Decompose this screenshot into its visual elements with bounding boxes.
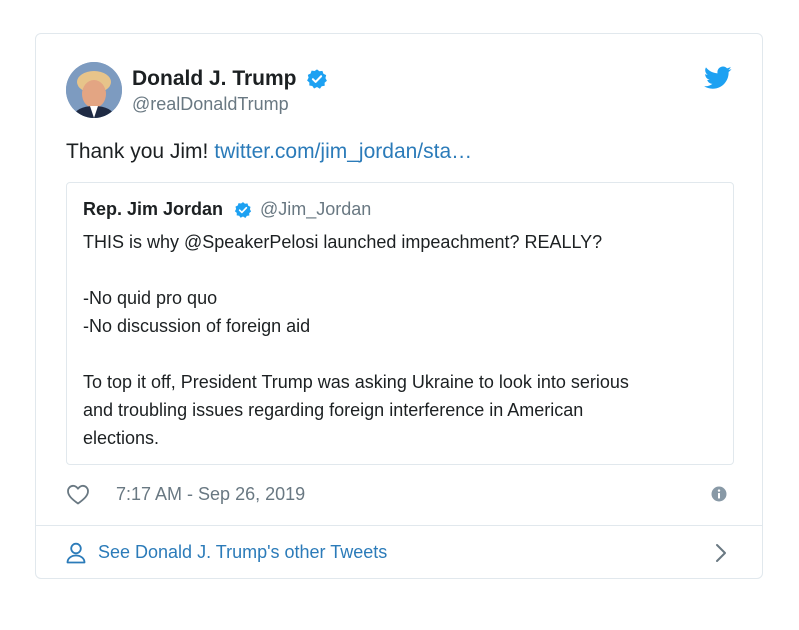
divider [36, 525, 762, 526]
info-icon[interactable] [711, 486, 727, 502]
person-icon [66, 542, 86, 564]
tweet-link[interactable]: twitter.com/jim_jordan/sta… [214, 140, 472, 163]
chevron-right-icon[interactable] [714, 543, 728, 563]
author-names: Donald J. Trump @realDonaldTrump [132, 67, 328, 115]
quoted-line: and troubling issues regarding foreign i… [83, 400, 584, 420]
quoted-line: elections. [83, 428, 160, 448]
author-handle[interactable]: @realDonaldTrump [132, 94, 328, 115]
other-tweets-link[interactable]: See Donald J. Trump's other Tweets [98, 542, 387, 563]
tweet-text: Thank you Jim! twitter.com/jim_jordan/st… [66, 140, 472, 164]
quoted-line: To top it off, President Trump was askin… [83, 372, 629, 392]
quoted-line: -No discussion of foreign aid [83, 316, 311, 336]
quoted-line: THIS is why @SpeakerPelosi launched impe… [83, 232, 603, 252]
twitter-bird-icon[interactable] [704, 66, 732, 90]
quoted-tweet-header: Rep. Jim Jordan @Jim_Jordan [83, 199, 717, 223]
quoted-tweet[interactable]: Rep. Jim Jordan @Jim_Jordan THIS is why … [66, 182, 734, 465]
embedded-tweet-card: Donald J. Trump @realDonaldTrump Thank y… [35, 33, 763, 579]
tweet-header: Donald J. Trump @realDonaldTrump [66, 62, 732, 120]
tweet-footer[interactable]: See Donald J. Trump's other Tweets [66, 539, 732, 569]
quoted-author-handle: @Jim_Jordan [259, 199, 372, 219]
tweet-timestamp[interactable]: 7:17 AM - Sep 26, 2019 [116, 484, 305, 505]
quoted-tweet-body: THIS is why @SpeakerPelosi launched impe… [83, 228, 717, 452]
quoted-author-name: Rep. Jim Jordan [83, 199, 224, 219]
quoted-line: -No quid pro quo [83, 288, 218, 308]
verified-badge-icon [307, 69, 327, 89]
author-avatar[interactable] [66, 62, 122, 118]
tweet-meta: 7:17 AM - Sep 26, 2019 [66, 482, 732, 508]
verified-badge-icon [234, 201, 251, 218]
author-display-name[interactable]: Donald J. Trump [132, 67, 297, 91]
tweet-body: Thank you Jim! [66, 140, 209, 163]
heart-icon[interactable] [66, 483, 90, 505]
